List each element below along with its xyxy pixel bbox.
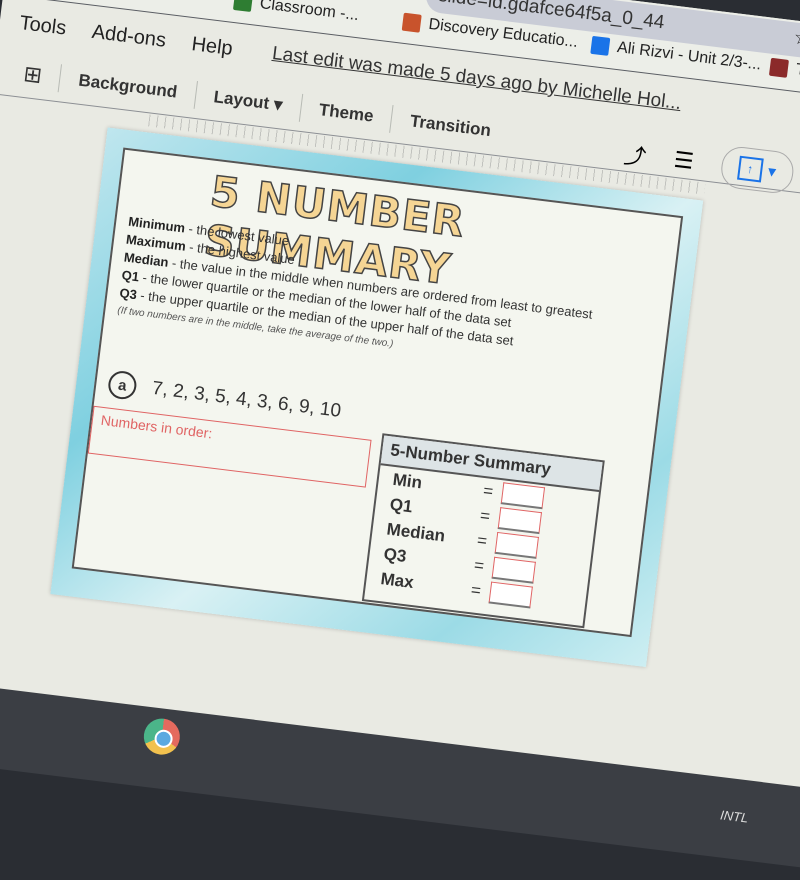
transition-button[interactable]: Transition (409, 111, 492, 141)
max-answer-box[interactable] (488, 581, 533, 609)
chevron-down-icon: ▾ (272, 94, 284, 115)
os-shelf: INTL (0, 666, 800, 880)
classroom-icon (232, 0, 254, 13)
slide-card: 5 NUMBER SUMMARY Minimum - the lowest va… (71, 147, 684, 638)
equals-sign: = (482, 480, 495, 501)
menu-tools[interactable]: Tools (18, 12, 67, 41)
comments-icon[interactable]: ☰ (672, 147, 695, 175)
screen: slide=id.gdafce64f5a_0_44 ☆ Classroom -.… (0, 0, 800, 880)
test-icon (768, 57, 789, 78)
separator (389, 105, 394, 133)
layout-label: Layout (212, 87, 271, 113)
separator (193, 80, 198, 109)
separator (58, 64, 63, 93)
chevron-down-icon[interactable]: ▾ (767, 161, 777, 182)
layout-button[interactable]: Layout ▾ (213, 87, 284, 115)
discovery-icon (401, 12, 422, 33)
present-icon: ↑ (736, 155, 764, 183)
chrome-icon[interactable] (141, 716, 182, 757)
menu-help[interactable]: Help (190, 33, 234, 61)
equals-sign: = (473, 554, 486, 576)
separator (298, 93, 303, 122)
theme-button[interactable]: Theme (318, 100, 375, 127)
activity-trend-icon[interactable]: ⤴ (622, 138, 648, 172)
docs-icon (590, 35, 611, 56)
menu-addons[interactable]: Add-ons (91, 20, 168, 52)
q3-answer-box[interactable] (491, 556, 536, 584)
slide-canvas[interactable]: 5 NUMBER SUMMARY Minimum - the lowest va… (50, 127, 704, 668)
ime-indicator[interactable]: INTL (719, 807, 749, 825)
min-answer-box[interactable] (500, 481, 546, 509)
bookmark-test[interactable]: Test Ta... (768, 57, 800, 87)
equals-sign: = (479, 505, 492, 526)
equals-sign: = (469, 579, 483, 600)
present-button[interactable]: ↑ ▾ (718, 144, 796, 196)
new-comment-icon[interactable]: ⊞ (22, 61, 43, 89)
bookmark-classroom[interactable]: Classroom -... (232, 0, 360, 25)
summary-table: 5-Number Summary Min = Q1 = Median = Q3 … (361, 433, 605, 629)
q1-answer-box[interactable] (497, 506, 543, 534)
background-button[interactable]: Background (77, 71, 179, 103)
equals-sign: = (476, 530, 489, 551)
bookmark-label: Test Ta... (794, 60, 800, 86)
problem-label: a (106, 369, 138, 401)
bookmark-label: Classroom -... (258, 0, 360, 25)
median-answer-box[interactable] (494, 531, 540, 559)
